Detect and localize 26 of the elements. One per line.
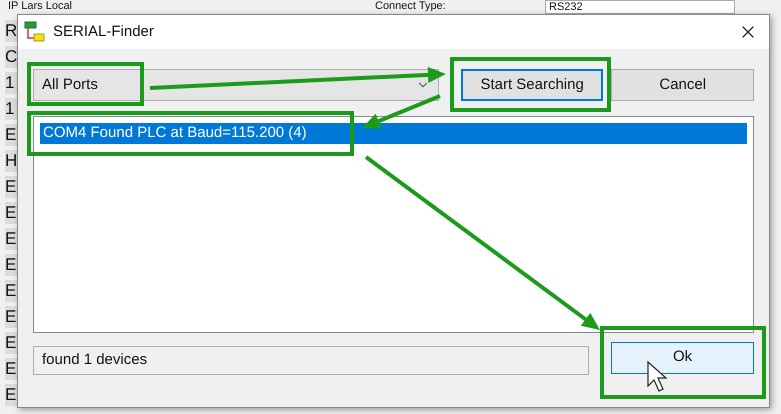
list-item[interactable]: E: [5, 254, 17, 276]
list-item[interactable]: E: [5, 202, 17, 224]
list-item[interactable]: E: [5, 306, 17, 328]
list-item[interactable]: E: [5, 358, 17, 380]
list-item[interactable]: E: [5, 176, 17, 198]
title-row-text: IP Lars Local: [8, 0, 74, 13]
app-icon: [24, 21, 46, 43]
mouse-cursor-icon: [647, 360, 668, 392]
result-row[interactable]: COM4 Found PLC at Baud=115.200 (4): [40, 123, 747, 144]
field-label: Connect Type:: [375, 0, 447, 13]
list-item[interactable]: 1: [5, 72, 17, 94]
list-item[interactable]: E: [5, 280, 17, 302]
dialog-button[interactable]: Cancel: [611, 69, 754, 101]
dialog-button[interactable]: Start Searching: [460, 69, 604, 101]
status-field: found 1 devices: [33, 346, 590, 375]
window-title: SERIAL-Finder: [53, 22, 154, 42]
dropdown[interactable]: RS232: [545, 0, 735, 14]
list-item[interactable]: H: [5, 150, 17, 172]
list-item[interactable]: R: [5, 20, 17, 42]
list-item[interactable]: 1: [5, 98, 17, 120]
ok-button[interactable]: Ok: [611, 342, 754, 374]
list-item[interactable]: C: [5, 46, 17, 68]
list-item[interactable]: E: [5, 228, 17, 250]
list-item[interactable]: E: [5, 124, 17, 146]
list-item[interactable]: E: [5, 384, 17, 406]
list-item[interactable]: E: [5, 332, 17, 354]
